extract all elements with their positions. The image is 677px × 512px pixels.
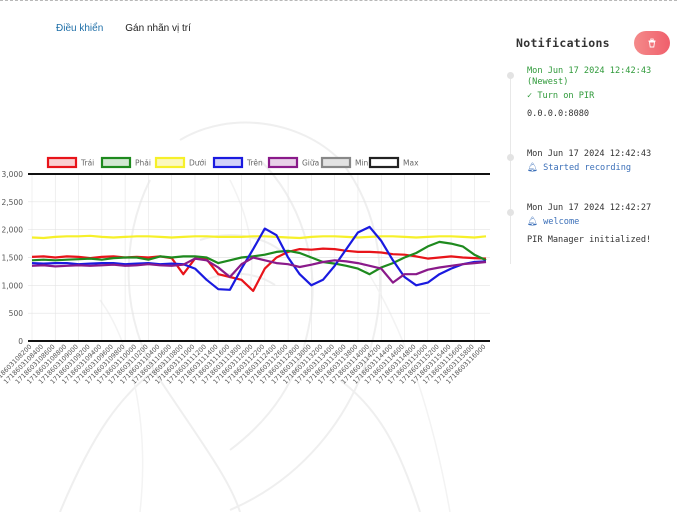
notification-item: Mon Jun 17 2024 12:42:27 🔔︎ welcome PIR … xyxy=(527,203,651,246)
legend-label-3: Dưới xyxy=(189,159,206,168)
notification-message: ✓ Turn on PIR xyxy=(527,91,595,101)
legend-swatch-3 xyxy=(154,156,186,169)
notification-detail: PIR Manager initialized! xyxy=(527,235,652,245)
legend-swatch-6 xyxy=(320,156,352,169)
notifications-panel: Notifications Mon Jun 17 2024 12:42:43 (… xyxy=(500,0,677,512)
y-tick-label: 1,500 xyxy=(2,254,24,263)
legend-label-1: Trái xyxy=(80,159,94,168)
y-tick-label: 1,000 xyxy=(2,281,24,290)
notification-time: Mon Jun 17 2024 12:42:43 xyxy=(527,149,652,159)
legend-label-6: Min xyxy=(355,159,369,168)
top-nav: Điều khiển Gán nhãn vị trí xyxy=(56,23,191,34)
y-tick-label: 500 xyxy=(9,309,24,318)
y-tick-label: 0 xyxy=(18,337,23,346)
chart-svg: 05001,0001,5002,0002,5003,00017186031082… xyxy=(0,156,490,386)
trash-icon xyxy=(648,38,656,48)
notification-message: 🔔︎ welcome xyxy=(527,217,580,227)
legend-label-7: Max xyxy=(403,159,419,168)
tab-dieu-khien[interactable]: Điều khiển xyxy=(56,23,103,34)
check-icon: ✓ xyxy=(527,91,538,101)
timeline-dot xyxy=(507,209,514,216)
notification-newest-label: (Newest) xyxy=(527,77,569,87)
legend-swatch-4 xyxy=(212,156,244,169)
y-tick-label: 2,500 xyxy=(2,198,24,207)
sensor-chart: 0 500 1,000 1,500 2,000 2,500 3,000 17186031082… xyxy=(0,150,495,410)
y-tick-label: 3,000 xyxy=(2,170,24,179)
notification-time: Mon Jun 17 2024 12:42:27 xyxy=(527,203,652,213)
notification-item: Mon Jun 17 2024 12:42:43 🔔︎ Started reco… xyxy=(527,149,651,174)
notification-item: Mon Jun 17 2024 12:42:43 (Newest) ✓ Turn… xyxy=(527,66,651,120)
notification-detail: 0.0.0.0:8080 xyxy=(527,109,590,119)
legend-label-2: Phải xyxy=(135,159,151,168)
legend-label-4: Trên xyxy=(246,159,263,168)
timeline-line xyxy=(510,74,511,264)
notifications-title: Notifications xyxy=(516,36,610,50)
notification-message: 🔔︎ Started recording xyxy=(527,163,632,173)
bell-icon: 🔔︎ xyxy=(527,217,544,227)
legend-swatch-2 xyxy=(100,156,132,169)
legend-swatch-1 xyxy=(46,156,78,169)
y-tick-label: 2,000 xyxy=(2,226,24,235)
legend-swatch-7 xyxy=(368,156,400,169)
clear-notifications-button[interactable] xyxy=(634,31,670,55)
timeline-dot xyxy=(507,72,514,79)
legend-label-5: Giữa xyxy=(302,159,319,168)
bell-icon: 🔔︎ xyxy=(527,163,544,173)
legend-swatch-5 xyxy=(267,156,299,169)
notification-time: Mon Jun 17 2024 12:42:43 xyxy=(527,66,652,76)
timeline-dot xyxy=(507,154,514,161)
tab-gan-nhan-vi-tri[interactable]: Gán nhãn vị trí xyxy=(125,23,191,34)
